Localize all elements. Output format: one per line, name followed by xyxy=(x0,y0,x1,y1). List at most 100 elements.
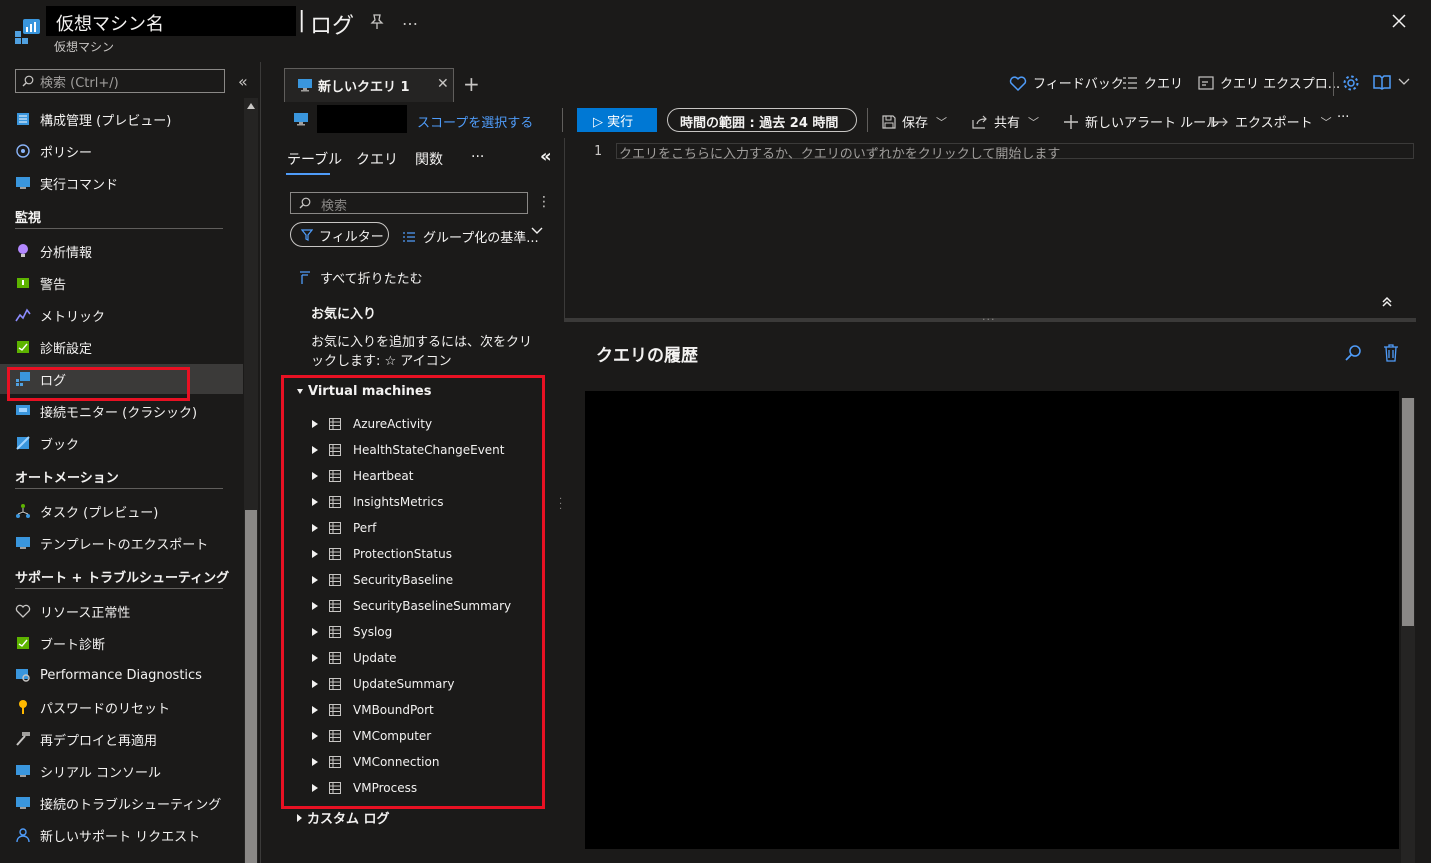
collapse-all-button[interactable]: すべて折りたたむ xyxy=(299,268,423,287)
table-row[interactable]: VMComputer xyxy=(312,726,431,746)
group-custom-logs[interactable]: カスタム ログ xyxy=(297,808,390,827)
new-alert-rule-button[interactable]: 新しいアラート ルール xyxy=(1063,112,1219,131)
queries-button[interactable]: クエリ xyxy=(1122,73,1183,92)
pin-icon[interactable] xyxy=(370,14,384,30)
expand-triangle-icon[interactable] xyxy=(312,550,318,558)
table-icon xyxy=(329,418,347,430)
collapse-editor-icon[interactable] xyxy=(1381,296,1393,308)
chevron-down-icon[interactable] xyxy=(1398,78,1410,86)
expand-triangle-icon[interactable] xyxy=(312,654,318,662)
expand-triangle-icon[interactable] xyxy=(312,576,318,584)
table-row[interactable]: Update xyxy=(312,648,396,668)
group-by-button[interactable]: グループ化の基準... xyxy=(402,227,539,246)
table-row[interactable]: SecurityBaselineSummary xyxy=(312,596,511,616)
expand-triangle-icon[interactable] xyxy=(312,784,318,792)
close-icon[interactable] xyxy=(1390,12,1408,30)
trash-icon[interactable] xyxy=(1383,344,1399,362)
splitter-grip[interactable]: ··· xyxy=(982,313,996,326)
table-row[interactable]: UpdateSummary xyxy=(312,674,454,694)
sidebar-search-input[interactable]: 検索 (Ctrl+/) xyxy=(15,69,225,93)
sidebar-item-perf-diagnostics[interactable]: Performance Diagnostics xyxy=(0,660,243,690)
tab-queries[interactable]: クエリ xyxy=(356,149,398,169)
expand-triangle-icon[interactable] xyxy=(312,706,318,714)
table-row[interactable]: AzureActivity xyxy=(312,414,432,434)
add-tab-button[interactable]: + xyxy=(463,72,480,96)
sidebar-item-boot-diagnostics[interactable]: ブート診断 xyxy=(0,628,243,658)
sidebar-item-insights[interactable]: 分析情報 xyxy=(0,236,243,266)
sidebar-item-workbook[interactable]: ブック xyxy=(0,428,243,458)
expand-triangle-icon[interactable] xyxy=(312,420,318,428)
query-editor[interactable] xyxy=(564,138,1416,318)
sidebar-item-health[interactable]: リソース正常性 xyxy=(0,596,243,626)
sidebar-item-connection-troubleshoot[interactable]: 接続のトラブルシューティング xyxy=(0,788,243,818)
table-row[interactable]: Heartbeat xyxy=(312,466,413,486)
table-row[interactable]: Syslog xyxy=(312,622,392,642)
tab-functions[interactable]: 関数 xyxy=(415,149,443,169)
expand-triangle-icon[interactable] xyxy=(312,446,318,454)
tab-tables[interactable]: テーブル xyxy=(287,149,342,169)
sidebar-item-alerts[interactable]: 警告 xyxy=(0,268,243,298)
expand-triangle-icon[interactable] xyxy=(312,758,318,766)
gear-icon[interactable] xyxy=(1342,74,1360,92)
feedback-button[interactable]: フィードバック xyxy=(1009,73,1124,92)
filter-button[interactable]: フィルター xyxy=(290,222,389,247)
expand-triangle-icon[interactable] xyxy=(312,524,318,532)
sidebar-item-export-template[interactable]: テンプレートのエクスポート xyxy=(0,528,243,558)
sidebar-scrollbar-thumb[interactable] xyxy=(245,510,257,863)
table-row[interactable]: VMProcess xyxy=(312,778,417,798)
sidebar-item-key[interactable]: パスワードのリセット xyxy=(0,692,243,722)
book-icon[interactable] xyxy=(1373,74,1391,90)
sidebar-item-diagnostics[interactable]: 診断設定 xyxy=(0,332,243,362)
table-row[interactable]: SecurityBaseline xyxy=(312,570,453,590)
sidebar-item-label: 新しいサポート リクエスト xyxy=(40,829,201,845)
table-row[interactable]: ProtectionStatus xyxy=(312,544,452,564)
expand-triangle-icon[interactable] xyxy=(312,628,318,636)
time-range-button[interactable]: 時間の範囲 : 過去 24 時間 xyxy=(667,108,857,132)
expand-triangle-icon[interactable] xyxy=(312,602,318,610)
run-button[interactable]: ▷ 実行 xyxy=(577,108,657,132)
share-button[interactable]: 共有 ﹀ xyxy=(972,112,1039,131)
results-scrollbar-thumb[interactable] xyxy=(1402,398,1414,626)
table-icon xyxy=(329,704,347,716)
sidebar-section-title: 監視 xyxy=(15,211,42,226)
table-icon xyxy=(329,756,347,768)
search-icon[interactable] xyxy=(1344,344,1362,362)
expand-triangle-icon[interactable] xyxy=(312,732,318,740)
sidebar-item-run-command[interactable]: 実行コマンド xyxy=(0,168,243,198)
chevron-down-icon[interactable] xyxy=(531,227,543,235)
schema-more-button[interactable]: ⋮ xyxy=(537,194,551,210)
table-row[interactable]: HealthStateChangeEvent xyxy=(312,440,505,460)
query-explorer-button[interactable]: クエリ エクスプロ... xyxy=(1198,73,1340,92)
schema-search-input[interactable]: 検索 xyxy=(290,192,528,214)
sidebar-item-config[interactable]: 構成管理 (プレビュー) xyxy=(0,104,243,134)
insights-icon xyxy=(15,243,31,259)
tab-close-icon[interactable]: ✕ xyxy=(437,76,449,92)
sidebar-item-hammer[interactable]: 再デプロイと再適用 xyxy=(0,724,243,754)
resource-type: 仮想マシン xyxy=(54,40,115,54)
table-row[interactable]: VMBoundPort xyxy=(312,700,434,720)
favorites-title: お気に入り xyxy=(311,307,377,322)
expand-triangle-icon[interactable] xyxy=(312,472,318,480)
export-button[interactable]: エクスポート ﹀ xyxy=(1211,112,1332,131)
table-row[interactable]: InsightsMetrics xyxy=(312,492,443,512)
expand-triangle-icon[interactable] xyxy=(312,498,318,506)
table-row[interactable]: Perf xyxy=(312,518,376,538)
sidebar-item-metrics[interactable]: メトリック xyxy=(0,300,243,330)
collapse-sidebar-button[interactable]: « xyxy=(238,72,248,91)
expand-triangle-icon[interactable] xyxy=(312,680,318,688)
header-more-button[interactable]: … xyxy=(402,10,418,29)
pane-resize-handle[interactable]: · · · xyxy=(559,495,562,515)
sidebar-item-tasks[interactable]: タスク (プレビュー) xyxy=(0,496,243,526)
table-row[interactable]: VMConnection xyxy=(312,752,439,772)
sidebar-item-support[interactable]: 新しいサポート リクエスト xyxy=(0,820,243,850)
group-virtual-machines[interactable]: Virtual machines xyxy=(297,384,431,399)
collapse-pane-button[interactable]: « xyxy=(540,146,552,167)
tab-more[interactable]: ··· xyxy=(471,149,484,165)
toolbar-more-button[interactable]: ··· xyxy=(1337,110,1349,125)
select-scope-link[interactable]: スコープを選択する xyxy=(417,112,533,131)
filter-label: フィルター xyxy=(319,230,384,245)
sidebar-item-policy[interactable]: ポリシー xyxy=(0,136,243,166)
save-button[interactable]: 保存 ﹀ xyxy=(882,112,947,131)
sidebar-item-console[interactable]: シリアル コンソール xyxy=(0,756,243,786)
scroll-up-icon[interactable] xyxy=(247,103,255,109)
